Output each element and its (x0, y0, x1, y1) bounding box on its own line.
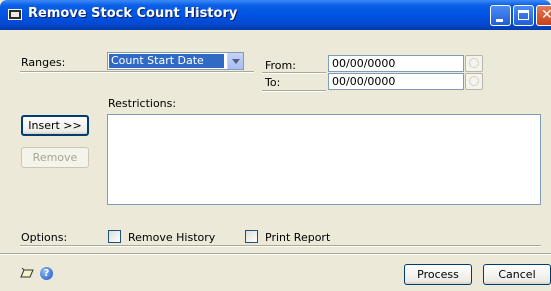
print-report-checkbox[interactable] (245, 230, 258, 243)
restrictions-list[interactable] (107, 114, 541, 205)
options-underline (20, 245, 541, 247)
title-bar[interactable]: Remove Stock Count History (0, 0, 551, 30)
from-underline (262, 72, 326, 74)
ranges-underline (20, 71, 254, 73)
chevron-down-icon[interactable] (227, 53, 243, 69)
note-icon[interactable] (20, 268, 34, 279)
ranges-dropdown[interactable]: Count Start Date (107, 52, 244, 70)
remove-button-label: Remove (32, 151, 78, 164)
options-label: Options: (21, 231, 68, 244)
from-calendar-icon[interactable] (465, 55, 483, 72)
to-calendar-icon[interactable] (465, 73, 483, 90)
process-button[interactable]: Process (404, 264, 472, 285)
insert-button-label: Insert >> (28, 119, 82, 132)
print-report-label[interactable]: Print Report (265, 231, 330, 244)
to-underline (262, 90, 326, 92)
from-date-field[interactable]: 00/00/0000 (328, 55, 464, 72)
close-icon[interactable] (536, 5, 551, 26)
cancel-button[interactable]: Cancel (483, 264, 551, 285)
help-icon[interactable]: ? (40, 267, 53, 280)
insert-button[interactable]: Insert >> (21, 115, 89, 136)
cancel-button-label: Cancel (498, 268, 536, 281)
remove-button[interactable]: Remove (21, 147, 89, 168)
remove-history-label[interactable]: Remove History (128, 231, 215, 244)
remove-history-checkbox[interactable] (108, 230, 121, 243)
restrictions-label: Restrictions: (108, 97, 177, 110)
process-button-label: Process (417, 268, 459, 281)
ranges-selected-value: Count Start Date (109, 54, 224, 68)
footer-divider (0, 253, 551, 255)
window-icon (8, 9, 22, 20)
to-label: To: (265, 76, 281, 89)
from-label: From: (265, 59, 296, 72)
to-date-field[interactable]: 00/00/0000 (328, 73, 464, 90)
ranges-label: Ranges: (21, 56, 66, 69)
maximize-icon[interactable] (513, 5, 534, 26)
dialog-window: Remove Stock Count History Ranges: Count… (0, 0, 551, 291)
minimize-icon[interactable] (490, 5, 511, 26)
window-title: Remove Stock Count History (28, 6, 238, 21)
